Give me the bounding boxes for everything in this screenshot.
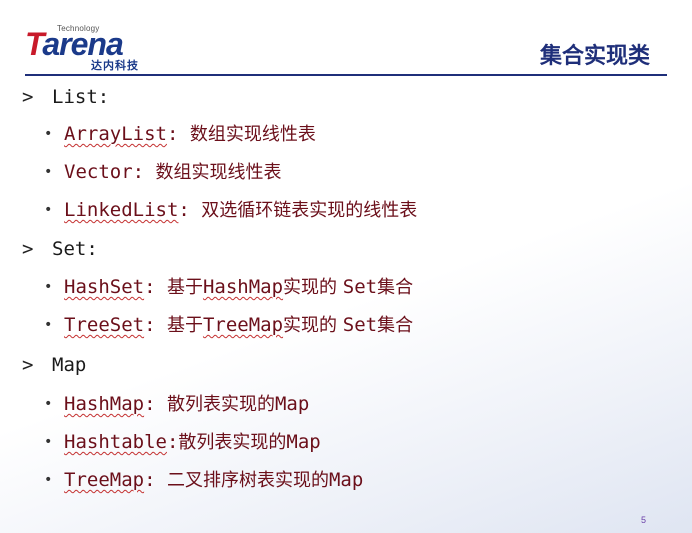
list-item-hashset: • HashSet: 基于HashMap实现的 Set集合 [44,276,414,298]
bullet-icon: • [44,396,53,412]
list-item-linkedlist: • LinkedList: 双选循环链表实现的线性表 [44,199,418,221]
title-divider [25,74,667,76]
list-item-treemap: • TreeMap: 二叉排序树表实现的Map [44,469,364,491]
list-item-hashtable: • Hashtable:散列表实现的Map [44,431,321,453]
bullet-icon: • [44,164,53,180]
bullet-icon: • [44,434,53,450]
chevron-icon: > [22,354,34,376]
logo-wordmark: Tarena [25,26,124,62]
bullet-icon: • [44,126,53,142]
logo-chinese-name: 达内科技 [91,59,139,72]
list-item-vector: • Vector: 数组实现线性表 [44,161,282,183]
chevron-icon: > [22,86,34,108]
bullet-icon: • [44,317,53,333]
tarena-logo: Technology Tarena 达内科技 [25,22,160,72]
section-head-set: > Set: [22,238,98,260]
list-item-arraylist: • ArrayList: 数组实现线性表 [44,123,316,145]
section-head-list: > List: [22,86,110,108]
bullet-icon: • [44,472,53,488]
list-item-treeset: • TreeSet: 基于TreeMap实现的 Set集合 [44,314,414,336]
bullet-icon: • [44,202,53,218]
bullet-icon: • [44,279,53,295]
page-number: 5 [640,515,646,525]
slide-title: 集合实现类 [539,44,650,69]
chevron-icon: > [22,238,34,260]
section-head-map: > Map [22,354,87,376]
list-item-hashmap: • HashMap: 散列表实现的Map [44,393,310,415]
